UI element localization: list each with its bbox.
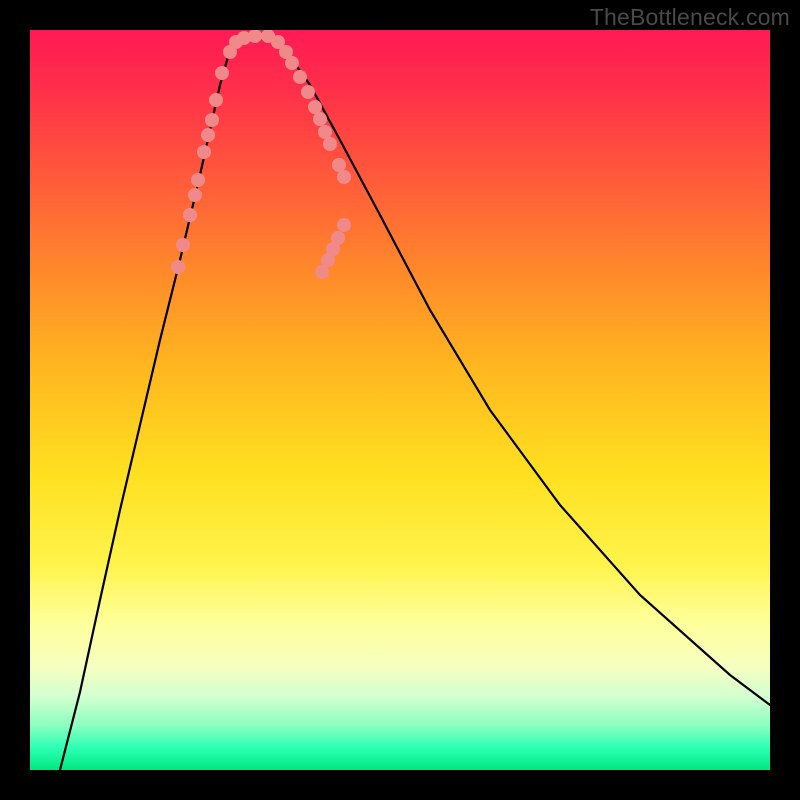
highlight-dot: [308, 100, 322, 114]
highlight-dot: [313, 112, 327, 126]
highlight-dot: [171, 260, 185, 274]
plot-area: [30, 30, 770, 770]
highlight-dot: [285, 56, 299, 70]
highlight-dot: [201, 128, 215, 142]
highlight-dot: [188, 188, 202, 202]
curve-svg: [30, 30, 770, 770]
highlight-dot: [205, 113, 219, 127]
highlight-dot: [323, 137, 337, 151]
highlight-dot: [209, 93, 223, 107]
highlight-dot: [331, 231, 345, 245]
highlight-dot: [318, 125, 332, 139]
highlight-dot: [183, 208, 197, 222]
highlight-dot: [176, 238, 190, 252]
bottleneck-curve: [60, 36, 770, 770]
highlight-dot: [337, 170, 351, 184]
highlight-dot: [215, 66, 229, 80]
highlight-dot: [332, 158, 346, 172]
highlight-dot: [197, 145, 211, 159]
highlight-dots: [171, 30, 351, 279]
highlight-dot: [191, 173, 205, 187]
watermark-text: TheBottleneck.com: [590, 4, 790, 31]
chart-wrapper: TheBottleneck.com: [0, 0, 800, 800]
highlight-dot: [301, 85, 315, 99]
highlight-dot: [293, 70, 307, 84]
highlight-dot: [315, 265, 329, 279]
highlight-dot: [337, 218, 351, 232]
